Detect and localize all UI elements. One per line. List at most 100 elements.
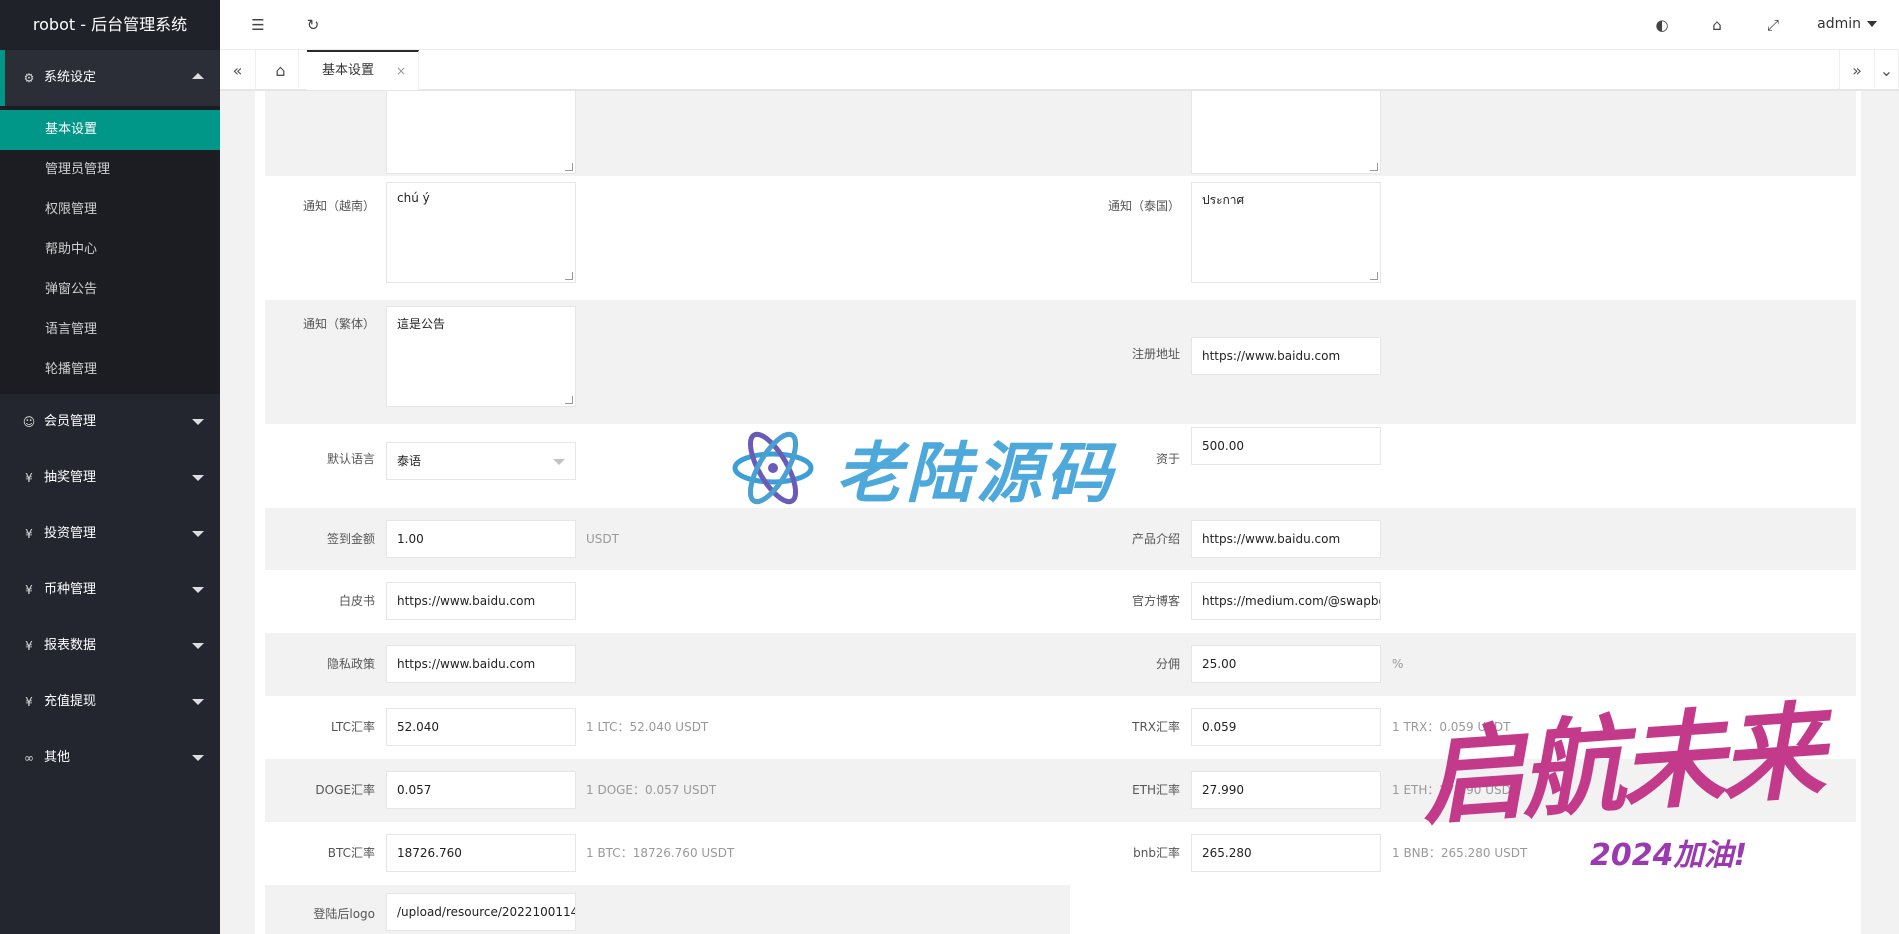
default-lang-label: 默认语言 [326,452,375,466]
sidebar-item-currency[interactable]: ¥ 币种管理 [0,562,220,618]
subnav-item-language[interactable]: 语言管理 [0,310,220,350]
user-icon: ☺ [22,415,36,429]
form-row: 登陆后logo /upload/resource/2022100114580 [265,885,1070,934]
tab-scroll-right-icon[interactable]: » [1839,50,1875,90]
sidebar-item-members[interactable]: ☺ 会员管理 [0,394,220,450]
privacy-label: 隐私政策 [326,657,375,671]
doge-input[interactable]: 0.057 [386,771,576,809]
form-row: 签到金额 1.00 USDT 产品介绍 https://www.baidu.co… [265,508,1856,570]
btc-input[interactable]: 18726.760 [386,834,576,872]
palette-icon[interactable]: ◐ [1652,15,1672,35]
bnb-label: bnb汇率 [1133,846,1180,860]
textarea-partial-left[interactable] [386,91,576,174]
sidebar-item-other[interactable]: ∞ 其他 [0,730,220,786]
blog-input[interactable]: https://medium.com/@swapbot [1191,582,1381,620]
commission-unit: % [1392,657,1404,671]
signin-amount-input[interactable]: 1.00 [386,520,576,558]
yen-icon: ¥ [25,639,33,653]
form-row [265,91,1856,176]
right-gutter [1861,91,1899,934]
subnav-item-popup[interactable]: 弹窗公告 [0,270,220,310]
sidebar-item-label: 抽奖管理 [44,470,97,485]
watermark-right: 启航未来 2024加油! [1417,680,1825,873]
sidebar-item-label: 币种管理 [44,582,97,597]
textarea-partial-right[interactable] [1191,91,1381,174]
subnav-item-basic-settings[interactable]: 基本设置 [0,110,220,150]
bnb-hint: 1 BNB：265.280 USDT [1392,846,1528,860]
sidebar-item-label: 会员管理 [44,414,97,429]
commission-input[interactable]: 25.00 [1191,645,1381,683]
form-row: 白皮书 https://www.baidu.com 官方博客 https://m… [265,570,1856,633]
notice-th-label: 通知（泰国） [1107,199,1180,213]
tab-basic-settings[interactable]: 基本设置 × [307,50,419,90]
watermark-right-text: 启航未来 [1416,690,1825,840]
eth-input[interactable]: 27.990 [1191,771,1381,809]
tab-menu-icon[interactable]: ⌄ [1875,50,1899,90]
sidebar-item-label: 充值提现 [44,694,97,709]
notice-th-textarea[interactable]: ประกาศ [1191,182,1381,283]
min-asset-input[interactable]: 500.00 [1191,427,1381,465]
logo-label: 登陆后logo [313,907,375,921]
sidebar-item-label: 报表数据 [44,638,97,653]
fullscreen-icon[interactable]: ⤢ [1763,15,1783,35]
menu-fold-icon[interactable]: ☰ [248,15,268,35]
notice-tw-textarea[interactable]: 這是公告 [386,306,576,407]
chevron-down-icon [192,475,204,481]
sidebar-item-lottery[interactable]: ¥ 抽奖管理 [0,450,220,506]
register-url-input[interactable]: https://www.baidu.com [1191,337,1381,375]
product-intro-label: 产品介绍 [1131,532,1180,546]
app-title: robot - 后台管理系统 [0,0,220,50]
notice-tw-label: 通知（繁体） [302,317,375,331]
btc-label: BTC汇率 [327,846,375,860]
chevron-down-icon [192,755,204,761]
link-icon: ∞ [24,751,34,765]
subnav-item-permissions[interactable]: 权限管理 [0,190,220,230]
yen-icon: ¥ [25,695,33,709]
notice-vi-label: 通知（越南） [302,199,375,213]
sidebar-item-deposit-withdraw[interactable]: ¥ 充值提现 [0,674,220,730]
whitepaper-input[interactable]: https://www.baidu.com [386,582,576,620]
subnav-item-help[interactable]: 帮助中心 [0,230,220,270]
form-row: 通知（越南） chú ý 通知（泰国） ประกาศ [265,176,1856,300]
eth-label: ETH汇率 [1132,783,1180,797]
chevron-down-icon [192,531,204,537]
ltc-input[interactable]: 52.040 [386,708,576,746]
refresh-icon[interactable]: ↻ [303,15,323,35]
privacy-input[interactable]: https://www.baidu.com [386,645,576,683]
subnav-item-carousel[interactable]: 轮播管理 [0,350,220,390]
notice-vi-textarea[interactable]: chú ý [386,182,576,283]
yen-icon: ¥ [25,583,33,597]
ltc-label: LTC汇率 [330,720,375,734]
user-menu[interactable]: admin [1817,16,1877,32]
sidebar-item-system-settings[interactable]: ⚙ 系统设定 [0,50,220,106]
caret-down-icon [1867,21,1877,27]
default-lang-select[interactable]: 泰语 [386,442,576,480]
form-row: 通知（繁体） 這是公告 注册地址 https://www.baidu.com [265,300,1856,424]
select-caret-icon [553,459,565,465]
doge-label: DOGE汇率 [315,783,375,797]
sidebar-item-investment[interactable]: ¥ 投资管理 [0,506,220,562]
username: admin [1817,16,1861,32]
subnav-system: 基本设置 管理员管理 权限管理 帮助中心 弹窗公告 语言管理 轮播管理 [0,106,220,394]
ltc-hint: 1 LTC：52.040 USDT [586,720,709,734]
watermark-right-subtext: 2024加油! [1590,838,1748,873]
commission-label: 分佣 [1155,657,1180,671]
product-intro-input[interactable]: https://www.baidu.com [1191,520,1381,558]
sidebar-item-reports[interactable]: ¥ 报表数据 [0,618,220,674]
logo-input[interactable]: /upload/resource/2022100114580 [386,893,576,931]
btc-hint: 1 BTC：18726.760 USDT [586,846,735,860]
atom-logo-icon [732,431,814,505]
bnb-input[interactable]: 265.280 [1191,834,1381,872]
tab-scroll-left-icon[interactable]: « [220,50,256,90]
blog-label: 官方博客 [1131,594,1180,608]
tag-icon[interactable]: ⌂ [1707,15,1727,35]
sidebar: robot - 后台管理系统 ⚙ 系统设定 基本设置 管理员管理 权限管理 帮助… [0,0,220,934]
home-icon[interactable]: ⌂ [263,50,299,90]
tab-label: 基本设置 [322,63,375,78]
whitepaper-label: 白皮书 [338,594,375,608]
subnav-item-admin[interactable]: 管理员管理 [0,150,220,190]
trx-input[interactable]: 0.059 [1191,708,1381,746]
chevron-up-icon [192,73,204,79]
close-icon[interactable]: × [396,52,406,90]
chevron-down-icon [192,419,204,425]
